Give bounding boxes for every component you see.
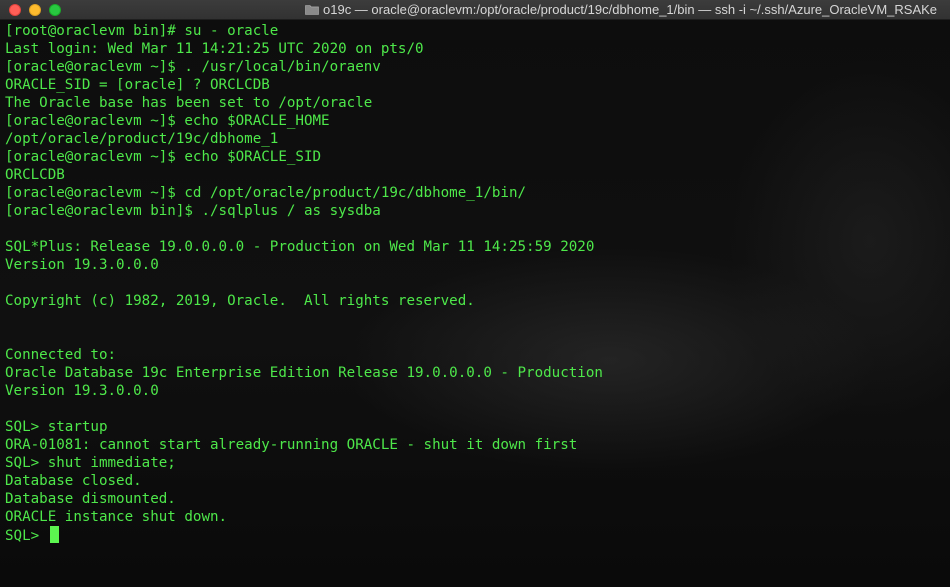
terminal-line: SQL> startup [5, 419, 108, 435]
close-window-button[interactable] [9, 4, 21, 16]
terminal-line: Oracle Database 19c Enterprise Edition R… [5, 365, 603, 381]
window-title-group: o19c — oracle@oraclevm:/opt/oracle/produ… [305, 0, 938, 19]
title-bar: o19c — oracle@oraclevm:/opt/oracle/produ… [0, 0, 950, 20]
terminal-line: SQL*Plus: Release 19.0.0.0.0 - Productio… [5, 239, 595, 255]
terminal-line: [oracle@oraclevm bin]$ ./sqlplus / as sy… [5, 203, 381, 219]
text-cursor [49, 526, 59, 543]
terminal-line: Last login: Wed Mar 11 14:21:25 UTC 2020… [5, 41, 424, 57]
terminal-line: ORACLE_SID = [oracle] ? ORCLCDB [5, 77, 270, 93]
folder-icon [305, 5, 319, 15]
terminal-line: ORCLCDB [5, 167, 65, 183]
terminal-line: [oracle@oraclevm ~]$ echo $ORACLE_HOME [5, 113, 330, 129]
terminal-line: ORA-01081: cannot start already-running … [5, 437, 578, 453]
terminal-line: Database closed. [5, 473, 142, 489]
window-title: o19c — oracle@oraclevm:/opt/oracle/produ… [323, 2, 938, 17]
minimize-window-button[interactable] [29, 4, 41, 16]
terminal-lines: [root@oraclevm bin]# su - oracle Last lo… [5, 22, 603, 544]
terminal-line: [oracle@oraclevm ~]$ echo $ORACLE_SID [5, 149, 322, 165]
terminal-window: o19c — oracle@oraclevm:/opt/oracle/produ… [0, 0, 950, 587]
prompt-line[interactable]: SQL> [5, 526, 603, 544]
terminal-line: Version 19.3.0.0.0 [5, 383, 159, 399]
terminal-line: SQL> shut immediate; [5, 455, 176, 471]
terminal-line: Copyright (c) 1982, 2019, Oracle. All ri… [5, 293, 475, 309]
terminal-output-area[interactable]: [root@oraclevm bin]# su - oracle Last lo… [0, 20, 950, 587]
terminal-line: Version 19.3.0.0.0 [5, 257, 159, 273]
terminal-line: Database dismounted. [5, 491, 176, 507]
terminal-line: [oracle@oraclevm ~]$ cd /opt/oracle/prod… [5, 185, 527, 201]
zoom-window-button[interactable] [49, 4, 61, 16]
terminal-line: Connected to: [5, 347, 117, 363]
terminal-line: /opt/oracle/product/19c/dbhome_1 [5, 131, 279, 147]
terminal-line: [oracle@oraclevm ~]$ . /usr/local/bin/or… [5, 59, 381, 75]
terminal-line: The Oracle base has been set to /opt/ora… [5, 95, 373, 111]
terminal-line: ORACLE instance shut down. [5, 509, 228, 525]
terminal-line: [root@oraclevm bin]# su - oracle [5, 23, 279, 39]
sql-prompt: SQL> [5, 528, 48, 544]
